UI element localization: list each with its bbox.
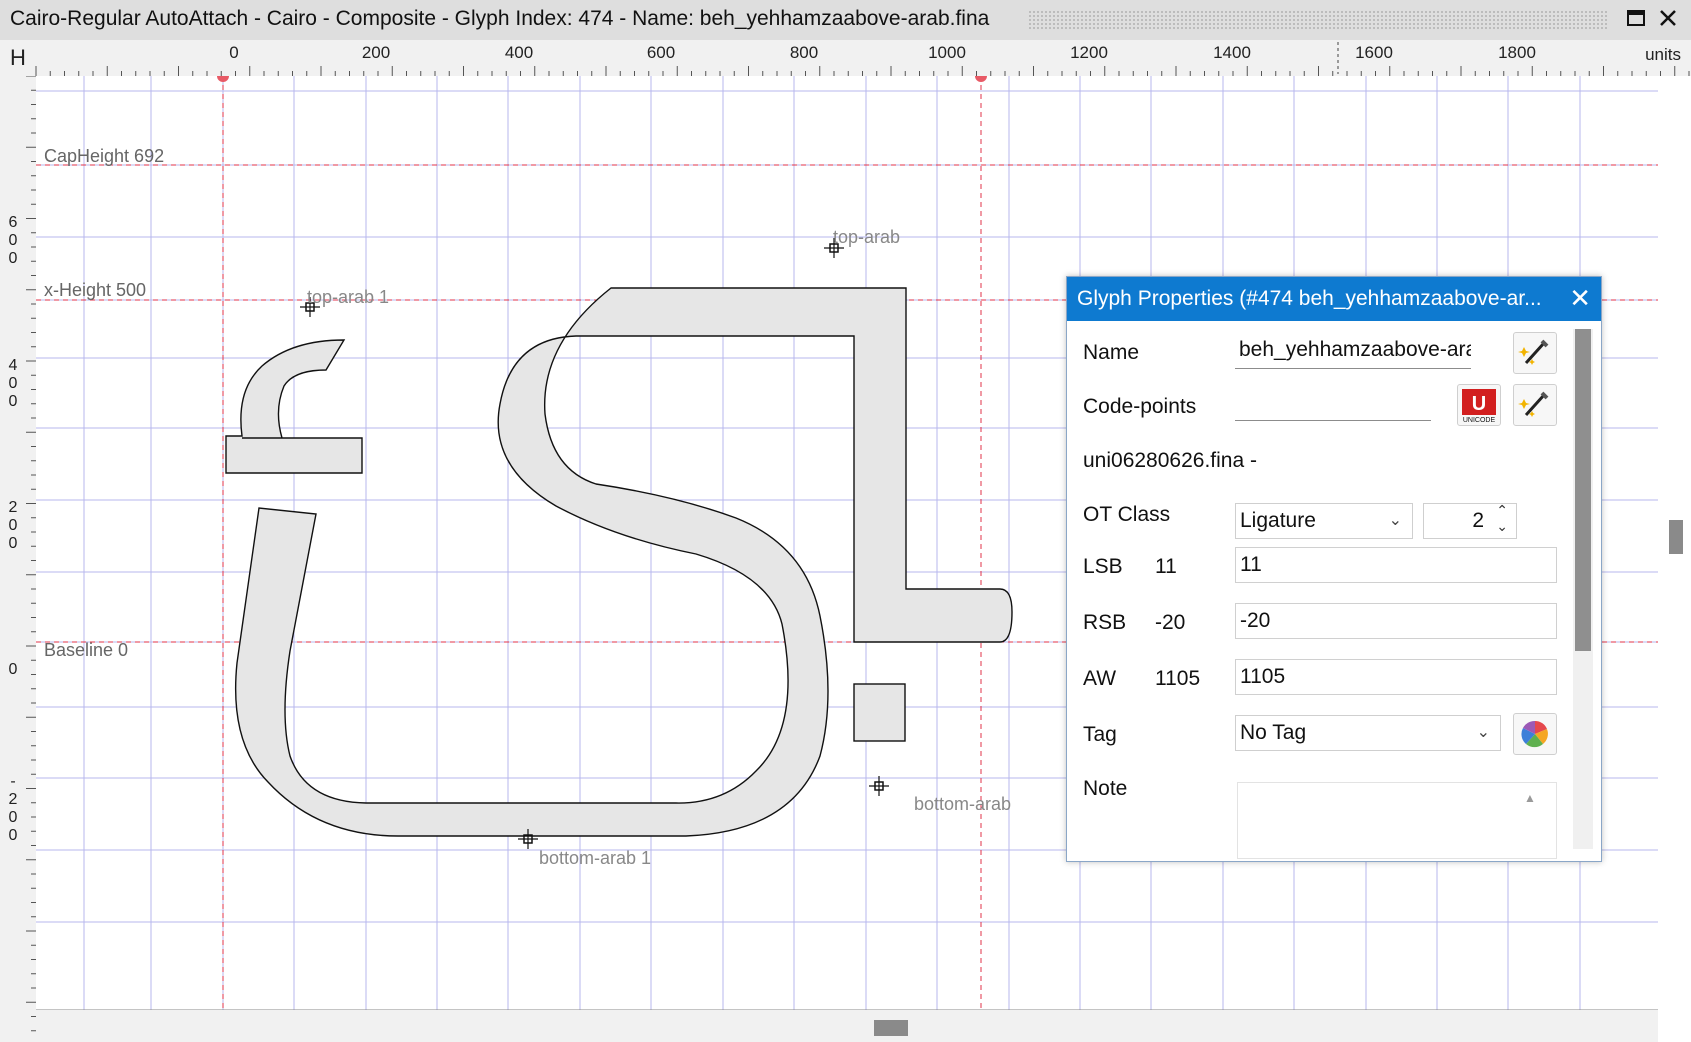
- glyph-contour-dot[interactable]: [853, 683, 906, 742]
- ruler-label-800: 800: [789, 43, 819, 62]
- xheight-label: x-Height 500: [44, 280, 147, 300]
- vertical-scrollbar-thumb[interactable]: [1669, 520, 1683, 554]
- horizontal-scrollbar-thumb[interactable]: [874, 1020, 908, 1036]
- chevron-down-icon: ⌄: [1476, 724, 1490, 741]
- anchor-label-bottom-arab: bottom-arab: [914, 794, 1012, 814]
- panel-close-icon[interactable]: ✕: [1569, 283, 1591, 313]
- chevron-down-icon: ⌄: [1388, 512, 1402, 529]
- tag-select-value: No Tag: [1240, 721, 1307, 744]
- baseline-label: Baseline 0: [44, 640, 129, 660]
- magic-wand-icon[interactable]: [1513, 332, 1557, 374]
- ruler-label-600: 600: [646, 43, 676, 62]
- color-wheel-icon[interactable]: [1513, 713, 1557, 755]
- anchor-bottom-arab[interactable]: [869, 776, 889, 796]
- window-title: Cairo-Regular AutoAttach - Cairo - Compo…: [10, 7, 990, 30]
- name-label: Name: [1083, 341, 1140, 364]
- anchor-label-top-arab: top-arab: [833, 227, 901, 247]
- lsb-label: LSB: [1083, 555, 1123, 578]
- ruler-label-y-600: 600: [8, 214, 18, 267]
- ruler-label-1800: 1800: [1498, 43, 1536, 62]
- note-label: Note: [1083, 777, 1128, 800]
- anchor-label-bottom-arab-1: bottom-arab 1: [539, 848, 652, 868]
- svg-text:UNICODE: UNICODE: [1463, 417, 1496, 424]
- panel-title: Glyph Properties (#474 beh_yehhamzaabove…: [1077, 287, 1542, 310]
- ruler-label-200: 200: [361, 43, 391, 62]
- ruler-label-y-200: 200: [8, 499, 18, 552]
- panel-scrollbar-thumb[interactable]: [1575, 329, 1591, 651]
- close-icon[interactable]: [1656, 8, 1680, 32]
- maximize-icon[interactable]: [1624, 8, 1648, 32]
- name-field[interactable]: beh_yehhamzaabove-arab.: [1235, 333, 1471, 369]
- rsb-field[interactable]: -20: [1235, 603, 1557, 639]
- otclass-select[interactable]: Ligature ⌄: [1235, 503, 1413, 539]
- anchor-label-top-arab-1: top-arab 1: [307, 287, 390, 307]
- unicode-icon[interactable]: U UNICODE: [1457, 384, 1501, 426]
- svg-text:U: U: [1472, 393, 1486, 415]
- otclass-select-value: Ligature: [1240, 509, 1316, 532]
- codepoints-label: Code-points: [1083, 395, 1197, 418]
- ruler-label-y-neg200: -200: [8, 773, 18, 844]
- lsb-field[interactable]: 11: [1235, 547, 1557, 583]
- glyph-properties-panel: Glyph Properties (#474 beh_yehhamzaabove…: [1066, 276, 1602, 862]
- ruler-label-y-400: 400: [8, 357, 18, 410]
- glyph-contour-beh[interactable]: [234, 287, 1013, 837]
- capheight-label: CapHeight 692: [44, 146, 165, 166]
- ruler-label-0: 0: [229, 43, 239, 62]
- panel-header[interactable]: Glyph Properties (#474 beh_yehhamzaabove…: [1067, 277, 1601, 321]
- note-textarea[interactable]: ▲: [1237, 782, 1557, 859]
- ruler-label-1000: 1000: [928, 43, 966, 62]
- codepoints-field[interactable]: [1235, 385, 1431, 421]
- title-bar-grip[interactable]: [1028, 10, 1608, 30]
- ruler-label-1600: 1600: [1355, 43, 1393, 62]
- spinner-arrows-icon[interactable]: ⌃ ⌄: [1496, 502, 1508, 534]
- ruler-units-label: units: [1645, 45, 1681, 64]
- vertical-ruler[interactable]: 600 400 200 0 -200: [0, 76, 36, 1042]
- scroll-up-icon[interactable]: ▲: [1524, 791, 1536, 805]
- tag-label: Tag: [1083, 723, 1117, 746]
- ruler-label-400: 400: [504, 43, 534, 62]
- otclass-label: OT Class: [1083, 503, 1171, 526]
- derived-name: uni06280626.fina -: [1083, 449, 1257, 472]
- aw-field[interactable]: 1105: [1235, 659, 1557, 695]
- ruler-label-y-0: 0: [8, 661, 18, 678]
- magic-wand-icon[interactable]: [1513, 384, 1557, 426]
- ruler-label-1400: 1400: [1213, 43, 1251, 62]
- ruler-label-1200: 1200: [1070, 43, 1108, 62]
- aw-label: AW: [1083, 667, 1117, 690]
- rsb-label: RSB: [1083, 611, 1127, 634]
- otclass-number-spinner[interactable]: 2 ⌃ ⌄: [1423, 502, 1517, 539]
- horizontal-scrollbar[interactable]: [36, 1010, 1658, 1042]
- lsb-value: 11: [1155, 555, 1177, 578]
- tag-select[interactable]: No Tag ⌄: [1235, 715, 1501, 751]
- panel-scrollbar[interactable]: [1573, 329, 1593, 849]
- aw-value: 1105: [1155, 667, 1201, 690]
- title-bar: Cairo-Regular AutoAttach - Cairo - Compo…: [0, 0, 1691, 40]
- rsb-marker[interactable]: [975, 76, 987, 82]
- horizontal-ruler[interactable]: 0 200 400 600 800 1000 1200 1400 1600 18…: [0, 40, 1691, 76]
- lsb-marker[interactable]: [217, 76, 229, 82]
- rsb-value: -20: [1155, 611, 1186, 634]
- ruler-corner-label: H: [10, 45, 26, 70]
- otclass-number-value: 2: [1472, 509, 1484, 532]
- horizontal-ruler-ticks: [35, 42, 1690, 76]
